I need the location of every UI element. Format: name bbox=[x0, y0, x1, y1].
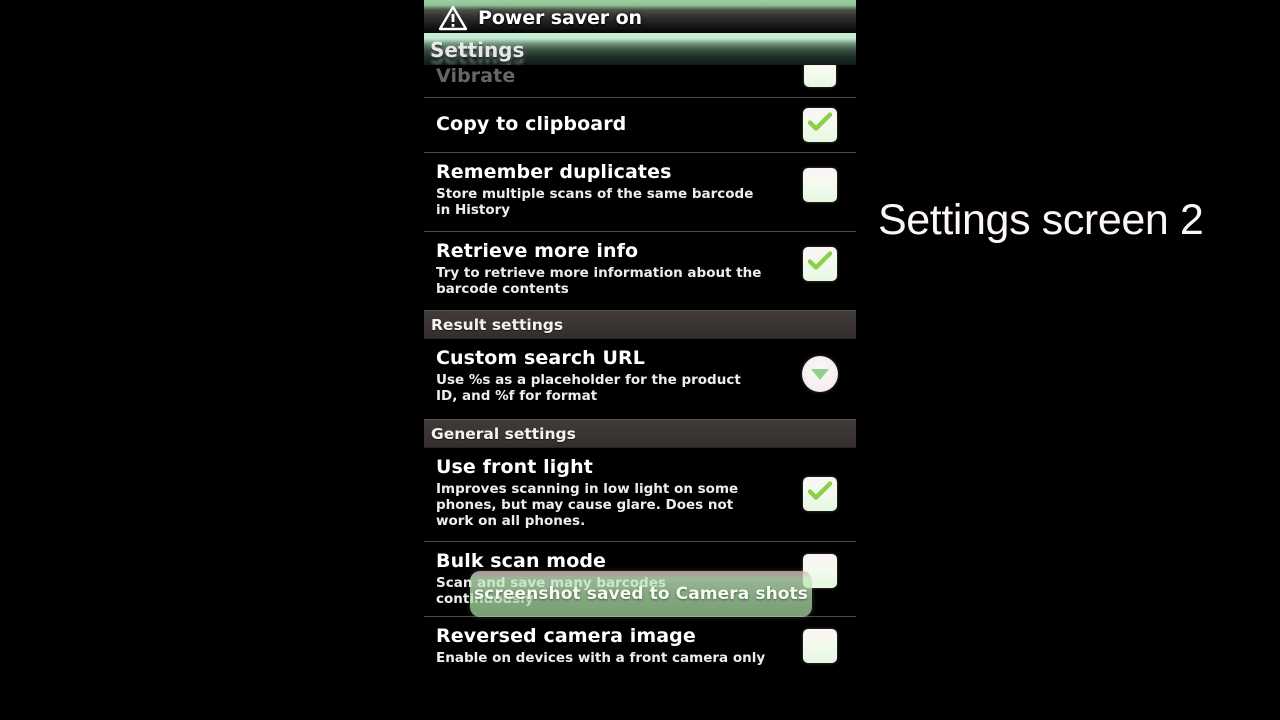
checkbox-retrieve-more-info[interactable] bbox=[803, 247, 837, 281]
section-header-general-settings: General settings bbox=[424, 419, 856, 448]
android-status-bar[interactable]: Power saver on bbox=[424, 0, 856, 33]
status-bar-notification-text: Power saver on bbox=[478, 6, 642, 29]
settings-row-use-front-light[interactable]: Use front light Improves scanning in low… bbox=[424, 448, 856, 541]
toast-notification: screenshot saved to Camera shots bbox=[470, 571, 812, 617]
settings-row-summary: Store multiple scans of the same barcode… bbox=[436, 186, 754, 218]
check-icon bbox=[807, 111, 833, 136]
phone-screen: Vibrate Copy to clipboard Remember dupli… bbox=[424, 0, 856, 720]
settings-row-copy-to-clipboard[interactable]: Copy to clipboard bbox=[424, 98, 856, 152]
checkbox-remember-duplicates[interactable] bbox=[803, 168, 837, 202]
settings-row-summary: Improves scanning in low light on some p… bbox=[436, 481, 739, 529]
page-title: Settings bbox=[430, 38, 525, 62]
settings-row-reversed-camera-image[interactable]: Reversed camera image Enable on devices … bbox=[424, 617, 856, 682]
settings-row-summary: Use %s as a placeholder for the product … bbox=[436, 372, 741, 404]
row-text-group: Vibrate bbox=[436, 65, 784, 88]
row-text-group: Remember duplicates Store multiple scans… bbox=[436, 161, 784, 218]
check-icon bbox=[807, 251, 833, 276]
settings-row-custom-search-url[interactable]: Custom search URL Use %s as a placeholde… bbox=[424, 339, 856, 419]
checkbox-use-front-light[interactable] bbox=[803, 477, 837, 511]
video-caption: Settings screen 2 bbox=[878, 196, 1204, 244]
checkbox-reversed-camera-image[interactable] bbox=[803, 629, 837, 663]
row-text-group: Reversed camera image Enable on devices … bbox=[436, 625, 784, 666]
row-text-group: Retrieve more info Try to retrieve more … bbox=[436, 240, 784, 297]
section-header-label: General settings bbox=[431, 424, 576, 443]
widget-cell[interactable] bbox=[784, 629, 856, 663]
row-text-group: Custom search URL Use %s as a placeholde… bbox=[436, 347, 784, 404]
widget-cell[interactable] bbox=[784, 168, 856, 202]
settings-row-remember-duplicates[interactable]: Remember duplicates Store multiple scans… bbox=[424, 153, 856, 231]
settings-list[interactable]: Vibrate Copy to clipboard Remember dupli… bbox=[424, 61, 856, 720]
check-icon bbox=[807, 481, 833, 506]
widget-cell[interactable] bbox=[784, 477, 856, 511]
power-saver-warning-icon bbox=[438, 5, 468, 31]
settings-row-title: Use front light bbox=[436, 456, 593, 478]
settings-row-title: Remember duplicates bbox=[436, 161, 672, 183]
settings-row-summary: Enable on devices with a front camera on… bbox=[436, 650, 766, 666]
settings-row-title: Copy to clipboard bbox=[436, 113, 627, 135]
settings-row-title: Custom search URL bbox=[436, 347, 645, 369]
row-text-group: Copy to clipboard bbox=[436, 113, 784, 136]
spinner-custom-search-url[interactable] bbox=[802, 356, 838, 392]
settings-row-title: Retrieve more info bbox=[436, 240, 639, 262]
settings-row-summary: Try to retrieve more information about t… bbox=[436, 265, 762, 297]
settings-row-vibrate[interactable]: Vibrate bbox=[424, 61, 856, 97]
app-title-bar: Settings Settings bbox=[424, 33, 856, 65]
screen-capture-frame: Vibrate Copy to clipboard Remember dupli… bbox=[0, 0, 1280, 720]
widget-cell[interactable] bbox=[784, 356, 856, 392]
section-header-result-settings: Result settings bbox=[424, 310, 856, 339]
chevron-down-icon bbox=[811, 368, 829, 380]
widget-cell[interactable] bbox=[784, 107, 856, 142]
settings-row-title: Vibrate bbox=[436, 65, 516, 87]
toast-message: screenshot saved to Camera shots bbox=[473, 584, 808, 604]
widget-cell[interactable] bbox=[784, 247, 856, 281]
section-header-label: Result settings bbox=[431, 315, 564, 334]
settings-row-retrieve-more-info[interactable]: Retrieve more info Try to retrieve more … bbox=[424, 232, 856, 310]
settings-row-title: Reversed camera image bbox=[436, 625, 696, 647]
settings-row-title: Bulk scan mode bbox=[436, 550, 607, 572]
checkbox-copy-to-clipboard[interactable] bbox=[803, 107, 837, 142]
row-text-group: Use front light Improves scanning in low… bbox=[436, 456, 784, 529]
